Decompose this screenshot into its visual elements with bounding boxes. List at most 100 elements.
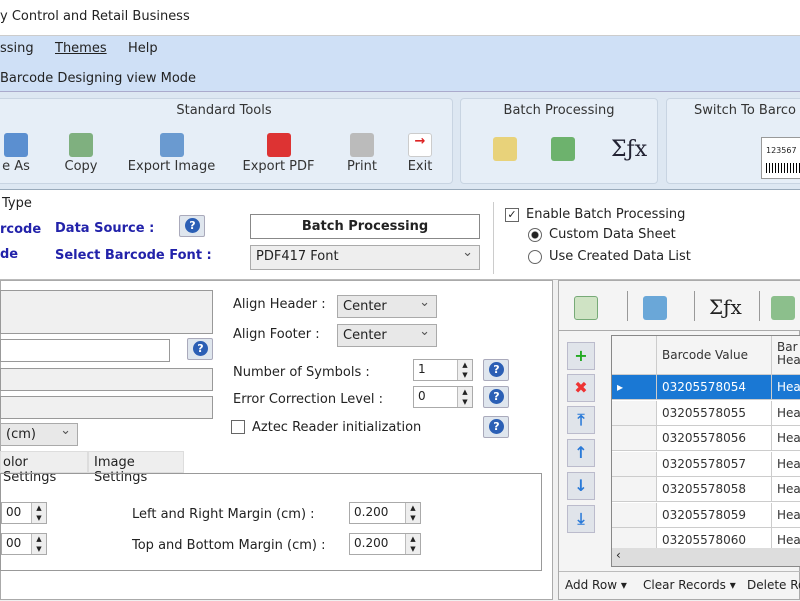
tab-color-settings[interactable]: olor Settings — [0, 451, 88, 485]
row-header[interactable] — [612, 502, 657, 528]
toolbar: Standard Tools e As Copy Export Image Ex… — [0, 92, 800, 190]
spin-arrows-icon[interactable]: ▲ ▼ — [31, 503, 46, 523]
text-input[interactable] — [0, 339, 170, 362]
copy-button[interactable]: Copy — [56, 133, 106, 174]
spin-arrows-icon[interactable]: ▲ ▼ — [405, 503, 420, 523]
excel-import-icon[interactable] — [551, 137, 575, 161]
save-icon — [4, 133, 28, 157]
text-input[interactable] — [0, 368, 213, 391]
grid-cell[interactable]: Hea — [772, 375, 800, 400]
row-header[interactable] — [612, 426, 657, 451]
grid-cell[interactable]: 03205578058 — [657, 477, 772, 502]
save-as-button[interactable]: e As — [0, 133, 36, 174]
divider — [493, 202, 494, 274]
menu-batch-processing[interactable]: ssing — [0, 41, 34, 56]
batch-processing-button[interactable]: Batch Processing — [250, 214, 480, 239]
column-header[interactable]: Barcode Value — [657, 336, 772, 375]
divider — [694, 291, 695, 321]
align-header-select[interactable]: Center — [337, 295, 437, 318]
grid-cell[interactable]: Hea — [772, 477, 800, 502]
sigma-fx-icon[interactable]: Σƒx — [611, 137, 647, 162]
mode-label[interactable]: Barcode Designing view Mode — [0, 71, 196, 86]
import-icon[interactable] — [771, 296, 795, 320]
export-icon[interactable] — [643, 296, 667, 320]
excel-icon[interactable] — [574, 296, 598, 320]
move-down-icon[interactable]: ↓ — [567, 472, 595, 500]
align-header-label: Align Header : — [233, 297, 326, 312]
grid-cell[interactable]: Hea — [772, 426, 800, 451]
symbols-stepper[interactable]: 1 ▲ ▼ — [413, 359, 473, 381]
barcode-mode-label: de — [0, 247, 19, 262]
enable-batch-checkbox[interactable]: ✓ — [505, 208, 519, 222]
edit-icon[interactable] — [493, 137, 517, 161]
help-icon[interactable] — [187, 338, 213, 360]
title-bar: y Control and Retail Business — [0, 0, 800, 36]
align-footer-select[interactable]: Center — [337, 324, 437, 347]
export-image-button[interactable]: Export Image — [124, 133, 219, 174]
barcode-type-label: rcode — [0, 222, 42, 237]
divider — [627, 291, 628, 321]
image-icon — [159, 133, 184, 157]
menu-themes[interactable]: Themes — [55, 41, 107, 56]
delete-row-button[interactable]: Delete Ro — [747, 578, 800, 592]
exit-button[interactable]: → Exit — [402, 133, 438, 174]
grid-cell[interactable]: 03205578055 — [657, 400, 772, 426]
spin-arrows-icon[interactable]: ▲ ▼ — [31, 534, 46, 554]
column-header[interactable]: Bar Hea — [772, 336, 800, 375]
tab-image-settings[interactable]: Image Settings — [88, 451, 184, 485]
grid-cell[interactable]: 03205578054 — [657, 375, 772, 400]
value-stepper[interactable]: 00 ▲ ▼ — [1, 533, 47, 555]
menu-help[interactable]: Help — [128, 41, 158, 56]
ecl-stepper[interactable]: 0 ▲ ▼ — [413, 386, 473, 408]
horizontal-scrollbar[interactable]: ‹ — [612, 548, 800, 566]
row-header[interactable] — [612, 400, 657, 426]
row-header[interactable]: ▸ — [612, 375, 657, 400]
tb-margin-label: Top and Bottom Margin (cm) : — [132, 538, 326, 553]
move-up-icon[interactable]: ↑ — [567, 439, 595, 467]
help-icon[interactable] — [179, 215, 205, 237]
grid-cell[interactable]: 03205578059 — [657, 502, 772, 528]
scroll-left-icon[interactable]: ‹ — [616, 548, 621, 562]
help-icon[interactable] — [483, 359, 509, 381]
spin-arrows-icon[interactable]: ▲ ▼ — [457, 387, 472, 407]
tab-content: 00 ▲ ▼ 00 ▲ ▼ Left and Right Margin (cm) : 0… — [0, 473, 542, 571]
row-header[interactable] — [612, 451, 657, 477]
move-top-icon[interactable]: ⤒ — [567, 406, 595, 434]
sigma-fx-icon[interactable]: Σƒx — [709, 295, 742, 319]
text-area[interactable] — [0, 290, 213, 334]
help-icon[interactable] — [483, 416, 509, 438]
use-created-list-radio[interactable] — [528, 250, 542, 264]
menu-bar: ssing Themes Help — [0, 36, 800, 64]
spin-arrows-icon[interactable]: ▲ ▼ — [457, 360, 472, 380]
unit-select[interactable]: (cm) — [0, 423, 78, 446]
grid-cell[interactable]: Hea — [772, 451, 800, 477]
lr-margin-stepper[interactable]: 0.200 ▲ ▼ — [349, 502, 421, 524]
custom-data-sheet-label: Custom Data Sheet — [549, 227, 676, 242]
add-row-icon[interactable]: + — [567, 342, 595, 370]
spin-arrows-icon[interactable]: ▲ ▼ — [405, 534, 420, 554]
symbols-label: Number of Symbols : — [233, 365, 370, 380]
grid-cell[interactable]: Hea — [772, 400, 800, 426]
standard-tools-group: Standard Tools e As Copy Export Image Ex… — [0, 98, 453, 184]
clear-records-button[interactable]: Clear Records ▾ — [643, 578, 736, 592]
grid-cell[interactable]: Hea — [772, 502, 800, 528]
help-icon[interactable] — [483, 386, 509, 408]
move-bottom-icon[interactable]: ⤓ — [567, 505, 595, 533]
mode-bar: Barcode Designing view Mode — [0, 64, 800, 92]
value-stepper[interactable]: 00 ▲ ▼ — [1, 502, 47, 524]
add-row-button[interactable]: Add Row ▾ — [565, 578, 627, 592]
divider — [759, 291, 760, 321]
aztec-checkbox[interactable] — [231, 420, 245, 434]
grid-cell[interactable]: 03205578057 — [657, 451, 772, 477]
barcode-mode-icon[interactable]: 123567 — [761, 137, 800, 179]
text-input[interactable] — [0, 396, 213, 419]
font-select[interactable]: PDF417 Font — [250, 245, 480, 270]
custom-data-sheet-radio[interactable] — [528, 228, 542, 242]
row-header[interactable] — [612, 477, 657, 502]
grid-cell[interactable]: 03205578056 — [657, 426, 772, 451]
copy-icon — [69, 133, 93, 157]
export-pdf-button[interactable]: Export PDF — [241, 133, 316, 174]
print-button[interactable]: Print — [341, 133, 383, 174]
tb-margin-stepper[interactable]: 0.200 ▲ ▼ — [349, 533, 421, 555]
delete-row-icon[interactable]: ✖ — [567, 374, 595, 402]
